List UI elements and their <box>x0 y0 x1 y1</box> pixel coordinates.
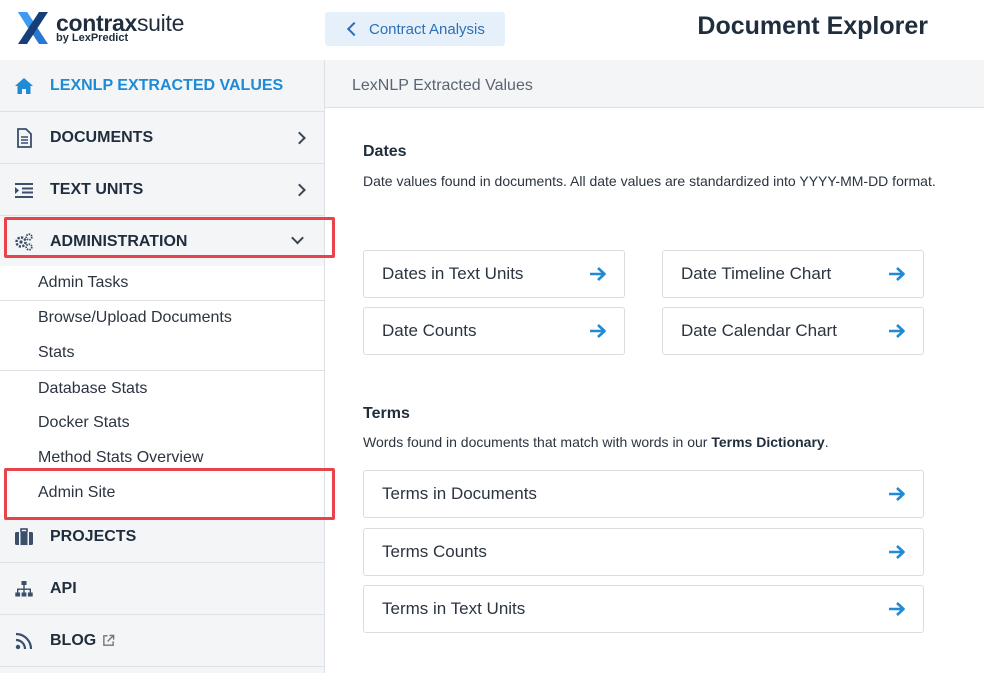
sidebar-item-label: BLOG <box>50 631 97 649</box>
arrow-right-icon <box>590 324 606 338</box>
rss-icon <box>15 632 33 649</box>
breadcrumb: LexNLP Extracted Values <box>325 60 984 108</box>
chevron-down-icon <box>291 232 304 245</box>
sidebar-item-label: ADMINISTRATION <box>50 232 188 250</box>
date-timeline-chart-card[interactable]: Date Timeline Chart <box>662 250 924 298</box>
back-to-contract-analysis-button[interactable]: Contract Analysis <box>325 12 505 46</box>
arrow-right-icon <box>889 267 905 281</box>
sidebar-item-label: LEXNLP EXTRACTED VALUES <box>50 76 284 94</box>
sidebar-item-projects[interactable]: PROJECTS <box>0 511 324 563</box>
sidebar-item-blog[interactable]: BLOG <box>0 615 324 667</box>
submenu-item-admin-site[interactable]: Admin Site <box>38 484 115 502</box>
sidebar: LEXNLP EXTRACTED VALUES DOCUMENTS TEXT U… <box>0 60 325 673</box>
sidebar-item-text-units[interactable]: TEXT UNITS <box>0 164 324 216</box>
card-label: Date Counts <box>382 321 477 340</box>
back-button-label: Contract Analysis <box>369 20 485 38</box>
arrow-right-icon <box>590 267 606 281</box>
sidebar-item-label: TEXT UNITS <box>50 180 144 198</box>
briefcase-icon <box>15 527 33 545</box>
terms-in-documents-card[interactable]: Terms in Documents <box>363 470 924 518</box>
dates-in-text-units-card[interactable]: Dates in Text Units <box>363 250 625 298</box>
terms-counts-card[interactable]: Terms Counts <box>363 528 924 576</box>
submenu-item-method-stats-overview[interactable]: Method Stats Overview <box>38 449 203 467</box>
dates-section-title: Dates <box>363 143 407 160</box>
date-counts-card[interactable]: Date Counts <box>363 307 625 355</box>
sidebar-item-documents[interactable]: DOCUMENTS <box>0 112 324 164</box>
card-label: Terms in Documents <box>382 484 537 503</box>
terms-dictionary-link[interactable]: Terms Dictionary <box>711 434 824 450</box>
sidebar-item-administration[interactable]: ADMINISTRATION <box>0 216 324 268</box>
card-label: Terms in Text Units <box>382 599 526 618</box>
submenu-item-database-stats[interactable]: Database Stats <box>38 380 147 398</box>
terms-section-title: Terms <box>363 405 410 422</box>
arrow-right-icon <box>889 602 905 616</box>
contrax-x-logo-icon <box>18 12 48 44</box>
breadcrumb-current: LexNLP Extracted Values <box>352 77 533 94</box>
submenu-item-admin-tasks[interactable]: Admin Tasks <box>38 274 128 292</box>
sidebar-item-lexnlp-extracted-values[interactable]: LEXNLP EXTRACTED VALUES <box>0 60 324 112</box>
sidebar-item-api[interactable]: API <box>0 563 324 615</box>
home-icon <box>15 77 33 94</box>
dates-section-description: Date values found in documents. All date… <box>363 173 936 189</box>
list-indent-icon <box>15 182 33 198</box>
submenu-item-docker-stats[interactable]: Docker Stats <box>38 414 130 432</box>
arrow-right-icon <box>889 545 905 559</box>
card-label: Date Timeline Chart <box>681 264 832 283</box>
date-calendar-chart-card[interactable]: Date Calendar Chart <box>662 307 924 355</box>
submenu-divider <box>0 300 324 301</box>
sidebar-item-label: DOCUMENTS <box>50 128 154 146</box>
document-icon <box>17 127 32 148</box>
gears-icon <box>15 232 33 251</box>
card-label: Date Calendar Chart <box>681 321 837 340</box>
card-label: Dates in Text Units <box>382 264 524 283</box>
contraxsuite-logo[interactable]: contraxsuite by LexPredict <box>16 10 196 50</box>
submenu-item-stats[interactable]: Stats <box>38 344 74 362</box>
arrow-right-icon <box>889 324 905 338</box>
submenu-divider <box>0 370 324 371</box>
chevron-right-icon <box>293 131 306 144</box>
administration-submenu: Admin Tasks Browse/Upload Documents Stat… <box>0 266 324 519</box>
logo-subtitle: by LexPredict <box>56 32 129 44</box>
external-link-icon <box>103 634 115 646</box>
sidebar-item-label: API <box>50 579 77 597</box>
chevron-right-icon <box>293 183 306 196</box>
submenu-item-browse-upload-documents[interactable]: Browse/Upload Documents <box>38 309 232 327</box>
arrow-right-icon <box>889 487 905 501</box>
chevron-left-icon <box>346 21 362 37</box>
page-title: Document Explorer <box>697 12 928 40</box>
sidebar-item-label: PROJECTS <box>50 527 137 545</box>
terms-section-description: Words found in documents that match with… <box>363 434 829 450</box>
terms-in-text-units-card[interactable]: Terms in Text Units <box>363 585 924 633</box>
app-header: contraxsuite by LexPredict Contract Anal… <box>0 0 984 60</box>
card-label: Terms Counts <box>382 542 487 561</box>
sitemap-icon <box>15 580 33 596</box>
